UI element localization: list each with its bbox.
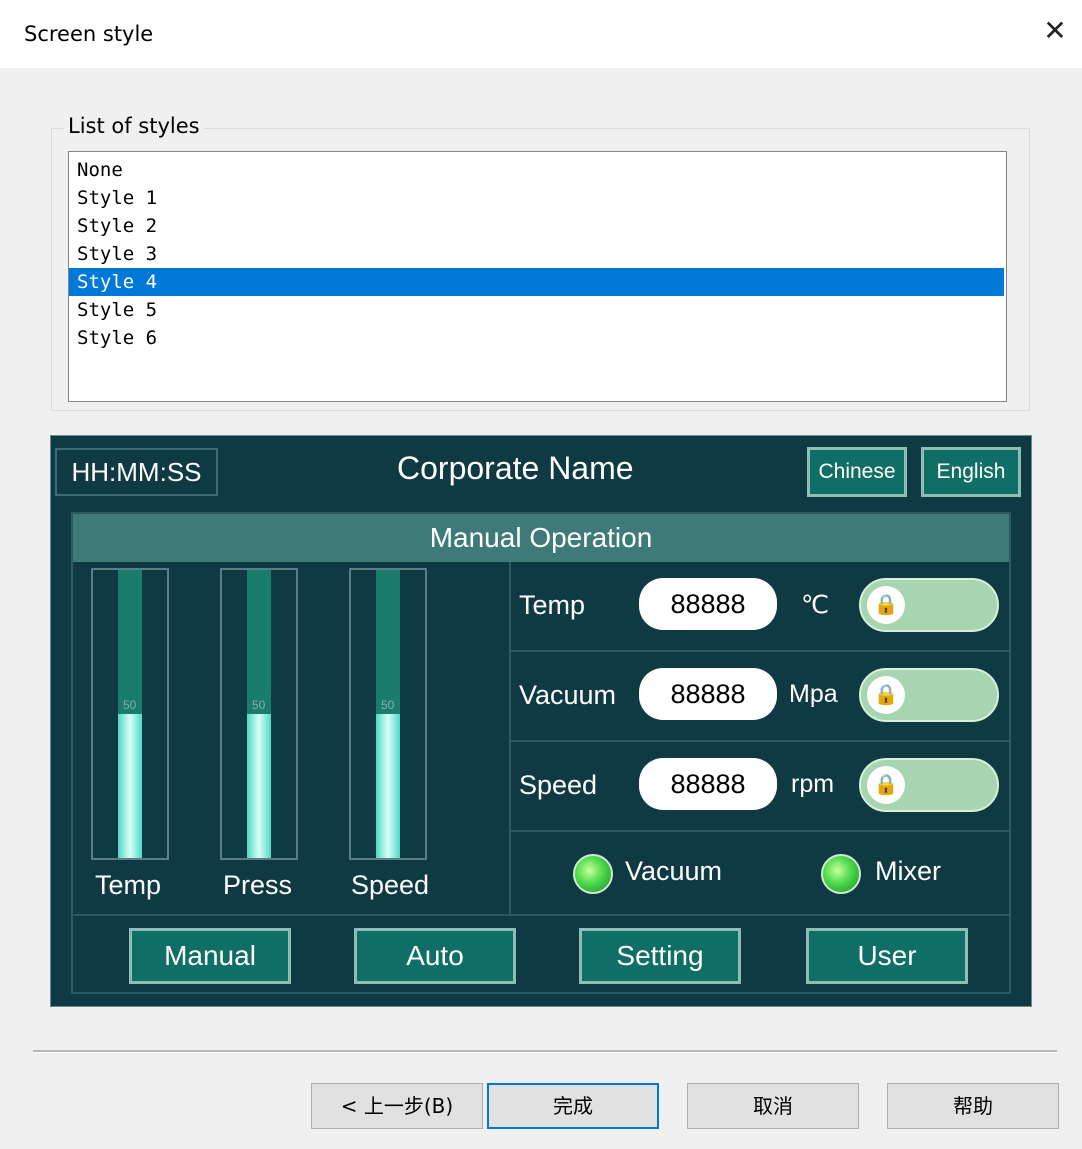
clock-display: HH:MM:SS [55, 448, 218, 496]
list-item-selected[interactable]: Style 4 [69, 268, 1004, 296]
vacuum-lock-toggle[interactable]: 🔒 [859, 668, 999, 722]
reading-unit: Mpa [789, 680, 838, 708]
english-button[interactable]: English [921, 447, 1021, 497]
reading-row-vacuum: Vacuum 88888 Mpa 🔒 [511, 652, 1009, 742]
auto-button[interactable]: Auto [354, 928, 516, 984]
vacuum-value[interactable]: 88888 [639, 668, 777, 720]
list-item[interactable]: Style 1 [69, 184, 1004, 212]
gauge-fill [118, 714, 142, 858]
indicator-row: Vacuum Mixer [511, 832, 1009, 914]
lock-icon: 🔒 [867, 676, 905, 714]
window-title: Screen style [24, 22, 154, 46]
style-preview: HH:MM:SS Corporate Name Chinese English … [50, 435, 1032, 1007]
temp-lock-toggle[interactable]: 🔒 [859, 578, 999, 632]
indicator-label: Mixer [875, 856, 941, 886]
gauge-track: 50 [247, 570, 271, 858]
reading-row-speed: Speed 88888 rpm 🔒 [511, 742, 1009, 832]
gauge-mark: 50 [123, 698, 137, 712]
temp-gauge: 50 [91, 568, 169, 860]
gauge-label-press: Press [223, 870, 293, 900]
reading-label: Temp [519, 590, 586, 620]
divider [73, 914, 1009, 916]
list-item[interactable]: Style 2 [69, 212, 1004, 240]
reading-row-temp: Temp 88888 ℃ 🔒 [511, 562, 1009, 652]
lock-icon: 🔒 [867, 586, 905, 624]
temp-value[interactable]: 88888 [639, 578, 777, 630]
list-item[interactable]: Style 3 [69, 240, 1004, 268]
reading-label: Speed [519, 770, 598, 800]
title-bar: Screen style ✕ [0, 0, 1082, 68]
setting-button[interactable]: Setting [579, 928, 741, 984]
help-button[interactable]: 帮助 [887, 1083, 1059, 1129]
vacuum-indicator-icon [573, 854, 613, 894]
gauge-mark: 50 [381, 698, 395, 712]
gauge-fill [376, 714, 400, 858]
list-item[interactable]: Style 6 [69, 324, 1004, 352]
manual-button[interactable]: Manual [129, 928, 291, 984]
finish-button[interactable]: 完成 [487, 1083, 659, 1129]
gauge-track: 50 [118, 570, 142, 858]
manual-operation-panel: Manual Operation 50 50 50 Temp Press Spe… [71, 512, 1011, 994]
reading-unit: rpm [791, 770, 835, 798]
user-button[interactable]: User [806, 928, 968, 984]
gauge-label-temp: Temp [95, 870, 162, 900]
speed-gauge: 50 [349, 568, 427, 860]
corporate-name: Corporate Name [397, 450, 634, 486]
cancel-button[interactable]: 取消 [687, 1083, 859, 1129]
chinese-button[interactable]: Chinese [807, 447, 907, 497]
styles-group-label: List of styles [64, 114, 204, 138]
reading-label: Vacuum [519, 680, 617, 710]
list-item[interactable]: None [69, 156, 1004, 184]
footer-separator [33, 1050, 1057, 1053]
mixer-indicator-icon [821, 854, 861, 894]
reading-unit: ℃ [801, 591, 830, 619]
back-button[interactable]: < 上一步(B) [311, 1083, 483, 1129]
speed-lock-toggle[interactable]: 🔒 [859, 758, 999, 812]
speed-value[interactable]: 88888 [639, 758, 777, 810]
gauge-fill [247, 714, 271, 858]
styles-listbox[interactable]: None Style 1 Style 2 Style 3 Style 4 Sty… [68, 151, 1007, 402]
close-icon[interactable]: ✕ [1042, 17, 1068, 45]
gauge-mark: 50 [252, 698, 266, 712]
lock-icon: 🔒 [867, 766, 905, 804]
gauge-label-speed: Speed [351, 870, 430, 900]
gauge-track: 50 [376, 570, 400, 858]
list-item[interactable]: Style 5 [69, 296, 1004, 324]
press-gauge: 50 [220, 568, 298, 860]
indicator-label: Vacuum [625, 856, 723, 886]
panel-header: Manual Operation [73, 514, 1009, 562]
